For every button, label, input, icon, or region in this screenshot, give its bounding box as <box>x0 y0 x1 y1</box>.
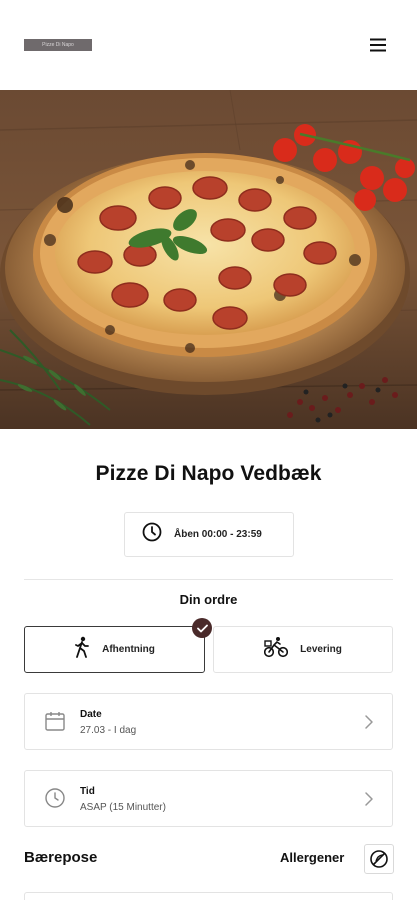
divider <box>24 579 393 580</box>
order-section-title: Din ordre <box>179 592 238 607</box>
no-allergen-icon[interactable] <box>364 844 394 874</box>
date-value: 27.03 - I dag <box>80 725 137 736</box>
selected-check-icon <box>192 618 212 638</box>
chevron-right-icon <box>364 714 374 735</box>
bicycle-courier-icon <box>264 636 289 663</box>
time-value: ASAP (15 Minutter) <box>80 802 166 813</box>
chevron-right-icon <box>364 791 374 812</box>
hamburger-menu-icon[interactable] <box>364 34 392 56</box>
clock-icon <box>142 522 162 547</box>
time-selector[interactable]: Tid ASAP (15 Minutter) <box>24 770 393 827</box>
bag-option-card[interactable] <box>24 892 393 900</box>
restaurant-logo[interactable]: Pizze Di Napo <box>24 39 92 51</box>
calendar-icon <box>44 710 66 737</box>
pickup-label: Afhentning <box>102 644 155 655</box>
opening-hours-text: Åben 00:00 - 23:59 <box>174 529 262 540</box>
delivery-label: Levering <box>300 644 342 655</box>
date-label: Date <box>80 709 102 720</box>
time-label: Tid <box>80 786 95 797</box>
hero-pizza-image <box>0 90 417 429</box>
date-selector[interactable]: Date 27.03 - I dag <box>24 693 393 750</box>
delivery-button[interactable]: Levering <box>213 626 393 673</box>
opening-hours-box[interactable]: Åben 00:00 - 23:59 <box>124 512 294 557</box>
walking-person-icon <box>74 636 90 663</box>
bag-section-label: Bærepose <box>24 849 98 866</box>
allergen-link[interactable]: Allergener <box>280 850 344 865</box>
restaurant-name: Pizze Di Napo Vedbæk <box>95 462 322 485</box>
clock-icon <box>44 787 66 814</box>
app-header: Pizze Di Napo <box>0 0 417 90</box>
pickup-button[interactable]: Afhentning <box>24 626 205 673</box>
logo-text: Pizze Di Napo <box>42 42 74 48</box>
